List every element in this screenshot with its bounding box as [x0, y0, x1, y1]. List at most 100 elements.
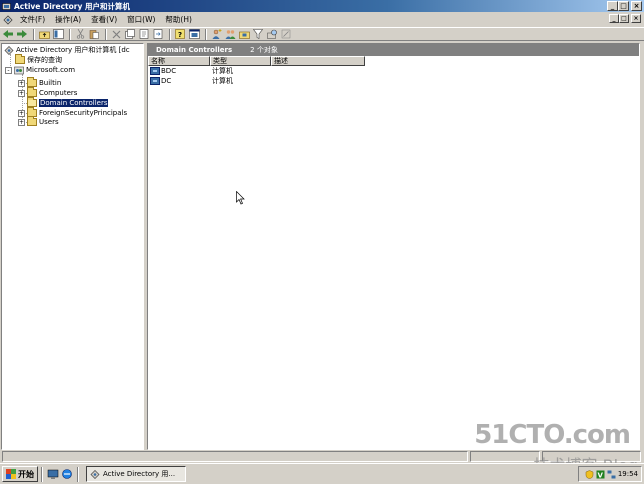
new-ou-icon[interactable] — [238, 28, 250, 40]
tree-item-domain-controllers[interactable]: Domain Controllers — [27, 97, 109, 108]
mdi-restore-button[interactable]: □ — [619, 14, 629, 23]
mdi-minimize-button[interactable]: _ — [609, 14, 619, 23]
menu-bar: 文件(F) 操作(A) 查看(V) 窗口(W) 帮助(H) — [0, 13, 644, 26]
item-name: DC — [161, 77, 172, 85]
taskbar-button-ad[interactable]: Active Directory 用... — [86, 466, 186, 482]
tree-item-domain[interactable]: - Microsoft.com — [5, 65, 75, 75]
expand-icon[interactable]: + — [18, 89, 25, 97]
column-header-name[interactable]: 名称 — [148, 56, 210, 66]
list-item[interactable]: DC 计算机 — [148, 76, 639, 86]
taskbar: 开始 Active Directory 用... V 19:54 — [0, 463, 644, 484]
filter-icon[interactable] — [252, 28, 264, 40]
start-button[interactable]: 开始 — [2, 466, 38, 482]
collapse-icon[interactable]: - — [5, 66, 12, 74]
column-headers: 名称 类型 描述 — [148, 56, 639, 66]
details-title: Domain Controllers — [156, 46, 233, 54]
domain-controller-icon — [150, 77, 160, 85]
back-icon[interactable] — [2, 28, 14, 40]
ad-root-icon — [4, 45, 14, 55]
domain-controller-icon — [150, 67, 160, 75]
ad-task-icon — [90, 469, 100, 479]
folder-icon — [27, 87, 37, 97]
column-header-type[interactable]: 类型 — [210, 56, 271, 66]
object-count: 2 个对象 — [250, 46, 278, 54]
taskbar-button-label: Active Directory 用... — [103, 470, 176, 478]
tree-item-users[interactable]: + Users — [18, 116, 59, 127]
ad-users-computers-icon — [2, 2, 11, 10]
svg-text:V: V — [597, 471, 603, 479]
tree-label-computers: Computers — [39, 89, 78, 97]
console-tree[interactable]: Active Directory 用户和计算机 [dc 保存的查询 - Micr… — [1, 43, 144, 450]
main-area: Active Directory 用户和计算机 [dc 保存的查询 - Micr… — [0, 43, 640, 450]
expand-icon[interactable]: + — [18, 118, 25, 126]
up-folder-icon[interactable] — [38, 28, 50, 40]
expand-icon[interactable]: + — [18, 79, 25, 87]
quick-launch-desktop-icon[interactable] — [46, 467, 60, 481]
menu-view[interactable]: 查看(V) — [86, 14, 122, 25]
show-hide-tree-icon[interactable] — [52, 28, 64, 40]
find-icon[interactable] — [266, 28, 278, 40]
vmware-tools-icon[interactable]: V — [596, 470, 605, 479]
toolbar: ? — [0, 27, 644, 41]
shield-icon[interactable] — [585, 469, 594, 479]
network-icon[interactable] — [607, 470, 616, 479]
tree-label-builtin: Builtin — [39, 79, 62, 87]
new-user-icon[interactable] — [210, 28, 222, 40]
refresh-icon[interactable] — [138, 28, 150, 40]
menu-action[interactable]: 操作(A) — [50, 14, 86, 25]
tree-label-saved-queries: 保存的查询 — [27, 56, 62, 64]
tree-label-root: Active Directory 用户和计算机 [dc — [16, 46, 130, 54]
paste-icon[interactable] — [88, 28, 100, 40]
maximize-button[interactable]: □ — [618, 1, 629, 11]
item-type: 计算机 — [212, 77, 233, 85]
item-type: 计算机 — [212, 67, 233, 75]
details-pane[interactable]: Domain Controllers 2 个对象 名称 类型 描述 BDC 计算… — [147, 43, 640, 450]
delete-icon[interactable] — [110, 28, 122, 40]
item-name: BDC — [161, 67, 177, 75]
title-bar[interactable]: Active Directory 用户和计算机 _ □ × — [0, 0, 644, 12]
clock[interactable]: 19:54 — [618, 470, 638, 478]
close-button[interactable]: × — [631, 1, 642, 11]
system-tray: V 19:54 — [578, 466, 642, 482]
tree-item-builtin[interactable]: + Builtin — [18, 77, 62, 88]
tree-label-domain: Microsoft.com — [26, 66, 76, 74]
expand-icon[interactable]: + — [18, 109, 25, 117]
folder-icon — [27, 77, 37, 87]
folder-icon — [27, 116, 37, 126]
domain-icon — [14, 66, 24, 74]
svg-text:?: ? — [178, 31, 182, 39]
console-icon[interactable] — [3, 14, 13, 25]
tree-item-saved-queries[interactable]: 保存的查询 — [15, 54, 62, 65]
list-item[interactable]: BDC 计算机 — [148, 66, 639, 76]
folder-icon — [15, 54, 25, 64]
tree-label-users: Users — [39, 118, 59, 126]
new-group-icon[interactable] — [224, 28, 236, 40]
details-header: Domain Controllers 2 个对象 — [148, 44, 639, 56]
ou-folder-open-icon — [27, 97, 37, 107]
quick-launch-ie-icon[interactable] — [60, 467, 74, 481]
menu-file[interactable]: 文件(F) — [15, 14, 50, 25]
mouse-pointer-icon — [236, 191, 245, 205]
mdi-close-button[interactable]: × — [631, 14, 641, 23]
add-to-group-icon[interactable] — [280, 28, 292, 40]
status-pane-2 — [470, 451, 540, 462]
menu-window[interactable]: 窗口(W) — [122, 14, 160, 25]
help-icon[interactable]: ? — [174, 28, 186, 40]
tree-item-root[interactable]: Active Directory 用户和计算机 [dc — [4, 45, 130, 55]
properties-icon[interactable] — [124, 28, 136, 40]
minimize-button[interactable]: _ — [607, 1, 618, 11]
forward-icon[interactable] — [16, 28, 28, 40]
window-title: Active Directory 用户和计算机 — [14, 1, 130, 11]
tree-label-domain-controllers: Domain Controllers — [39, 99, 109, 107]
cut-icon[interactable] — [74, 28, 86, 40]
tree-label-foreign-security-principals: ForeignSecurityPrincipals — [39, 109, 128, 117]
start-label: 开始 — [18, 469, 34, 479]
column-header-description[interactable]: 描述 — [271, 56, 365, 66]
mmc-console-icon[interactable] — [188, 28, 200, 40]
menu-help[interactable]: 帮助(H) — [160, 14, 197, 25]
export-list-icon[interactable] — [152, 28, 164, 40]
status-pane-3 — [542, 451, 641, 462]
status-pane-main — [2, 451, 468, 462]
status-bar — [0, 450, 644, 463]
windows-logo-icon — [6, 469, 16, 479]
